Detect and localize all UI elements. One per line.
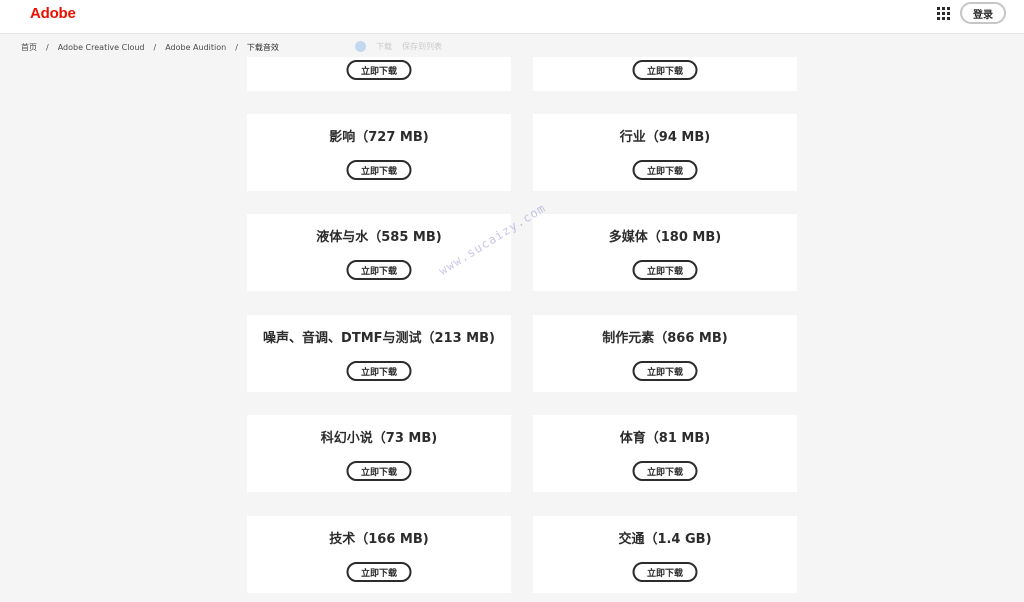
sound-card: 立即下载	[247, 57, 511, 91]
sound-card-technology: 技术（166 MB) 立即下载	[247, 516, 511, 593]
global-nav: Adobe 登录	[0, 0, 1024, 34]
card-title: 液体与水（585 MB)	[316, 230, 442, 245]
card-title: 制作元素（866 MB)	[602, 331, 728, 346]
toolbar-save-label: 保存到列表	[402, 41, 442, 51]
sound-card-sports: 体育（81 MB) 立即下载	[533, 415, 797, 492]
card-title: 噪声、音调、DTMF与测试（213 MB)	[263, 331, 495, 346]
download-button[interactable]: 立即下载	[632, 60, 698, 80]
toolbar-dot-icon	[355, 40, 366, 52]
download-button[interactable]: 立即下载	[346, 461, 412, 481]
download-button[interactable]: 立即下载	[346, 260, 412, 280]
download-button[interactable]: 立即下载	[632, 562, 698, 582]
card-title: 行业（94 MB)	[619, 130, 711, 145]
sound-card-industry: 行业（94 MB) 立即下载	[533, 114, 797, 191]
sound-card: 立即下载	[533, 57, 797, 91]
breadcrumb-current: 下载音效	[246, 42, 279, 52]
toolbar-download-label: 下载	[376, 41, 392, 51]
breadcrumb-separator: /	[235, 42, 238, 52]
download-button[interactable]: 立即下载	[632, 361, 698, 381]
download-button[interactable]: 立即下载	[346, 160, 412, 180]
signin-button[interactable]: 登录	[960, 2, 1006, 24]
sound-card-transportation: 交通（1.4 GB) 立即下载	[533, 516, 797, 593]
download-button[interactable]: 立即下载	[632, 160, 698, 180]
breadcrumb-creative-cloud[interactable]: Adobe Creative Cloud	[58, 43, 145, 52]
card-title: 技术（166 MB)	[329, 532, 429, 547]
card-title: 交通（1.4 GB)	[618, 532, 712, 547]
sound-card-noise-tones: 噪声、音调、DTMF与测试（213 MB) 立即下载	[247, 315, 511, 392]
breadcrumb-home[interactable]: 首页	[21, 42, 37, 53]
card-title: 多媒体（180 MB)	[608, 230, 722, 245]
adobe-logo[interactable]: Adobe	[30, 5, 76, 22]
card-title: 科幻小说（73 MB)	[320, 431, 438, 446]
breadcrumb-separator: /	[46, 42, 49, 52]
breadcrumb-separator: /	[153, 42, 157, 52]
sound-card-sci-fi: 科幻小说（73 MB) 立即下载	[247, 415, 511, 492]
download-button[interactable]: 立即下载	[632, 461, 698, 481]
sound-card-multimedia: 多媒体（180 MB) 立即下载	[533, 214, 797, 291]
sound-card-production-elements: 制作元素（866 MB) 立即下载	[533, 315, 797, 392]
download-button[interactable]: 立即下载	[632, 260, 698, 280]
breadcrumb-audition[interactable]: Adobe Audition	[165, 43, 226, 52]
faded-toolbar: 下载 保存到列表	[355, 40, 442, 52]
apps-grid-icon[interactable]	[937, 7, 950, 20]
download-button[interactable]: 立即下载	[346, 562, 412, 582]
download-button[interactable]: 立即下载	[346, 361, 412, 381]
sound-card-impact: 影响（727 MB) 立即下载	[247, 114, 511, 191]
card-title: 影响（727 MB)	[329, 130, 429, 145]
card-title: 体育（81 MB)	[619, 431, 711, 446]
download-button[interactable]: 立即下载	[346, 60, 412, 80]
breadcrumb: 首页 / Adobe Creative Cloud / Adobe Auditi…	[21, 41, 279, 53]
